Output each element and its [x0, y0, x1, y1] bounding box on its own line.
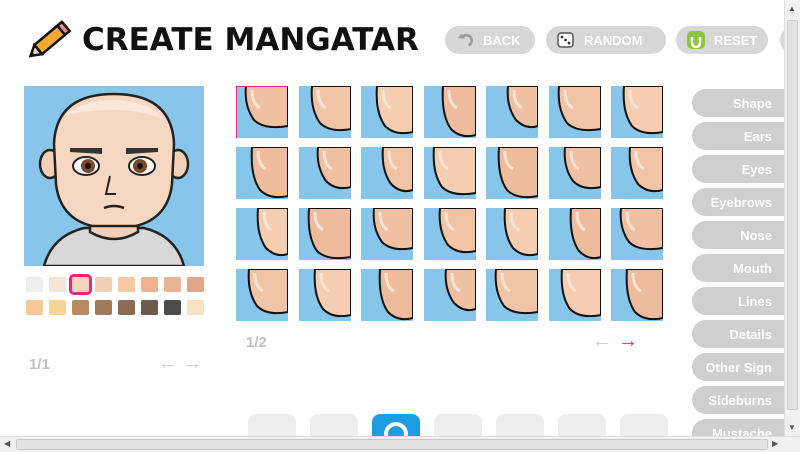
skin-swatch[interactable] [164, 300, 181, 315]
face-shape-option[interactable] [298, 269, 351, 321]
category-tab-sideburns[interactable]: Sideburns [692, 386, 792, 414]
skin-swatch[interactable] [118, 277, 135, 292]
avatar-preview [24, 86, 204, 266]
face-shape-option[interactable] [611, 269, 663, 321]
horizontal-scroll-thumb[interactable] [16, 439, 768, 450]
category-tab-other-sign[interactable]: Other Sign [692, 353, 792, 381]
page-title: CREATE MANGATAR [82, 22, 419, 58]
back-label: BACK [483, 32, 521, 48]
face-shape-option[interactable] [236, 208, 288, 260]
face-shape-option[interactable] [361, 269, 413, 321]
arrow-left-icon[interactable]: ← [158, 353, 178, 373]
face-shape-option[interactable] [486, 147, 538, 199]
face-shape-option[interactable] [361, 86, 413, 138]
reset-label: RESET [714, 32, 758, 48]
category-tab-eyebrows[interactable]: Eyebrows [692, 188, 792, 216]
skin-swatch[interactable] [187, 277, 204, 292]
skin-swatch[interactable] [49, 300, 66, 315]
random-label: RANDOM [584, 32, 643, 48]
skin-swatch[interactable] [141, 300, 158, 315]
category-tab-eyes[interactable]: Eyes [692, 155, 792, 183]
category-tab-shape[interactable]: Shape [692, 89, 792, 117]
face-shape-grid [236, 86, 663, 321]
face-shape-option[interactable] [611, 86, 663, 138]
skin-swatch[interactable] [164, 277, 181, 292]
category-tab-ears[interactable]: Ears [692, 122, 792, 150]
random-button[interactable]: RANDOM [546, 26, 666, 54]
face-shape-option[interactable] [548, 86, 601, 138]
arrow-right-icon[interactable]: → [182, 353, 202, 373]
face-shape-option[interactable] [548, 208, 601, 260]
horizontal-scrollbar[interactable]: ◀ ▶ [0, 436, 800, 452]
face-shape-option[interactable] [611, 147, 663, 199]
prev-page-arrow-icon[interactable]: ← [592, 331, 612, 351]
skin-swatch[interactable] [187, 300, 204, 315]
shape-page-indicator: 1/2 [246, 334, 267, 351]
face-shape-option[interactable] [361, 147, 413, 199]
category-tab-mouth[interactable]: Mouth [692, 254, 792, 282]
skin-color-swatches [26, 274, 206, 315]
skin-swatch[interactable] [118, 300, 135, 315]
face-shape-option[interactable] [236, 86, 288, 138]
category-tab-details[interactable]: Details [692, 320, 792, 348]
swatch-pager: ← → [158, 353, 202, 373]
back-button[interactable]: BACK [445, 26, 535, 54]
face-shape-option[interactable] [548, 147, 601, 199]
scroll-right-icon[interactable]: ▶ [772, 439, 778, 448]
face-shape-option[interactable] [423, 147, 476, 199]
skin-swatch[interactable] [26, 277, 43, 292]
skin-swatch[interactable] [49, 277, 66, 292]
reset-icon [686, 30, 706, 50]
reset-button[interactable]: RESET [676, 26, 768, 54]
skin-swatch[interactable] [69, 274, 92, 295]
skin-swatch[interactable] [72, 300, 89, 315]
category-tabs: Shape Ears Eyes Eyebrows Nose Mouth Lines Detai… [692, 89, 792, 452]
back-arrow-icon [455, 30, 475, 50]
face-shape-option[interactable] [611, 208, 663, 260]
category-tab-nose[interactable]: Nose [692, 221, 792, 249]
face-shape-option[interactable] [236, 147, 288, 199]
vertical-scroll-thumb[interactable] [787, 20, 798, 410]
face-shape-option[interactable] [486, 269, 538, 321]
face-shape-option[interactable] [298, 147, 351, 199]
skin-swatch[interactable] [141, 277, 158, 292]
face-shape-option[interactable] [423, 208, 476, 260]
face-shape-option[interactable] [361, 208, 413, 260]
face-shape-option[interactable] [298, 86, 351, 138]
pencil-icon [28, 14, 76, 62]
face-shape-option[interactable] [486, 86, 538, 138]
category-tab-lines[interactable]: Lines [692, 287, 792, 315]
skin-swatch[interactable] [26, 300, 43, 315]
face-shape-option[interactable] [486, 208, 538, 260]
skin-swatch[interactable] [95, 300, 112, 315]
vertical-scrollbar[interactable]: ▲ ▼ [784, 0, 800, 436]
swatch-page-indicator: 1/1 [29, 356, 50, 373]
skin-swatch[interactable] [95, 277, 112, 292]
face-shape-option[interactable] [423, 269, 476, 321]
face-shape-option[interactable] [548, 269, 601, 321]
next-page-arrow-icon[interactable]: → [618, 331, 638, 351]
face-shape-option[interactable] [298, 208, 351, 260]
dice-icon [556, 30, 576, 50]
scroll-down-icon[interactable]: ▼ [788, 423, 796, 432]
scroll-up-icon[interactable]: ▲ [788, 4, 796, 13]
mangatar-creator: CREATE MANGATAR BACK RANDOM RESET 1/1 ← … [0, 0, 800, 452]
face-shape-option[interactable] [236, 269, 288, 321]
shape-pager: ← → [592, 331, 638, 351]
scroll-left-icon[interactable]: ◀ [4, 439, 10, 448]
face-shape-option[interactable] [423, 86, 476, 138]
